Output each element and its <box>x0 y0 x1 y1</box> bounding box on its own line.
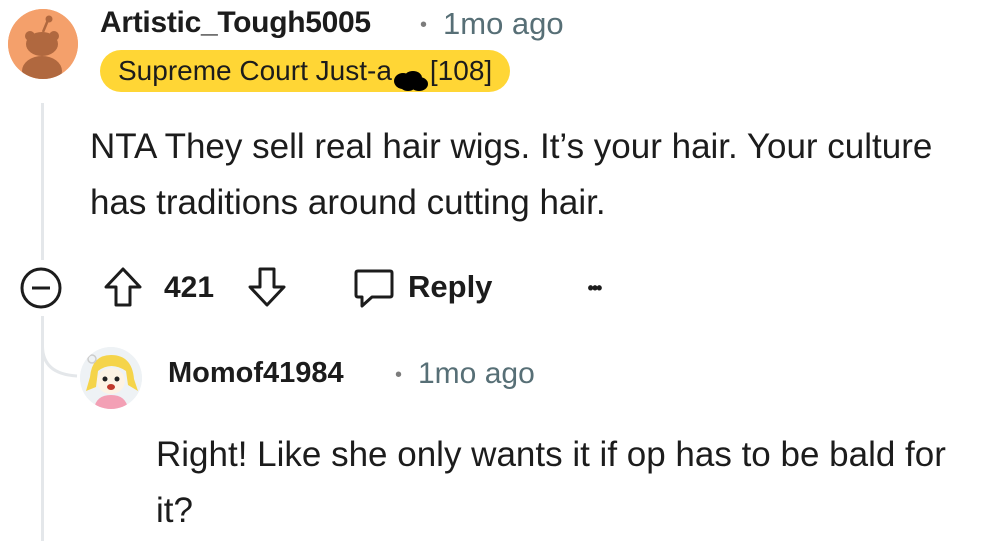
meta-separator: • <box>420 14 428 36</box>
thread-line-main[interactable] <box>41 103 44 260</box>
reply-username[interactable]: Momof41984 <box>168 357 344 390</box>
reply-label: Reply <box>408 269 493 304</box>
minus-circle-icon <box>20 267 62 309</box>
reply-timestamp[interactable]: 1mo ago <box>418 357 535 391</box>
reply-avatar[interactable] <box>80 347 142 409</box>
more-dots-icon: ••• <box>587 277 603 298</box>
arrow-down-icon <box>248 267 286 307</box>
cartoon-avatar-icon <box>80 347 142 409</box>
reply-button[interactable]: Reply <box>352 264 492 310</box>
censor-blob-icon <box>393 62 429 91</box>
vote-count: 421 <box>164 271 215 304</box>
comment-body: NTA They sell real hair wigs. It’s your … <box>90 127 933 222</box>
upvote-button[interactable] <box>100 264 146 310</box>
flair-count: [108] <box>429 55 493 86</box>
username[interactable]: Artistic_Tough5005 <box>100 6 371 40</box>
user-flair: Supreme Court Just-a [108] <box>100 50 511 92</box>
downvote-button[interactable] <box>244 264 290 310</box>
avatar[interactable] <box>8 9 78 79</box>
timestamp[interactable]: 1mo ago <box>443 6 564 42</box>
collapse-button[interactable] <box>19 266 63 310</box>
speech-bubble-icon <box>354 269 394 308</box>
reply-meta-separator: • <box>395 364 403 386</box>
arrow-up-icon <box>104 267 142 307</box>
snoo-avatar-icon <box>8 9 78 79</box>
thread-branch <box>41 316 78 378</box>
more-options-button[interactable]: ••• <box>574 268 614 308</box>
reply-body: Right! Like she only wants it if op has … <box>156 435 946 530</box>
comment-actions: 421 Reply ••• <box>0 260 700 310</box>
flair-text: Supreme Court Just-a <box>118 55 392 86</box>
